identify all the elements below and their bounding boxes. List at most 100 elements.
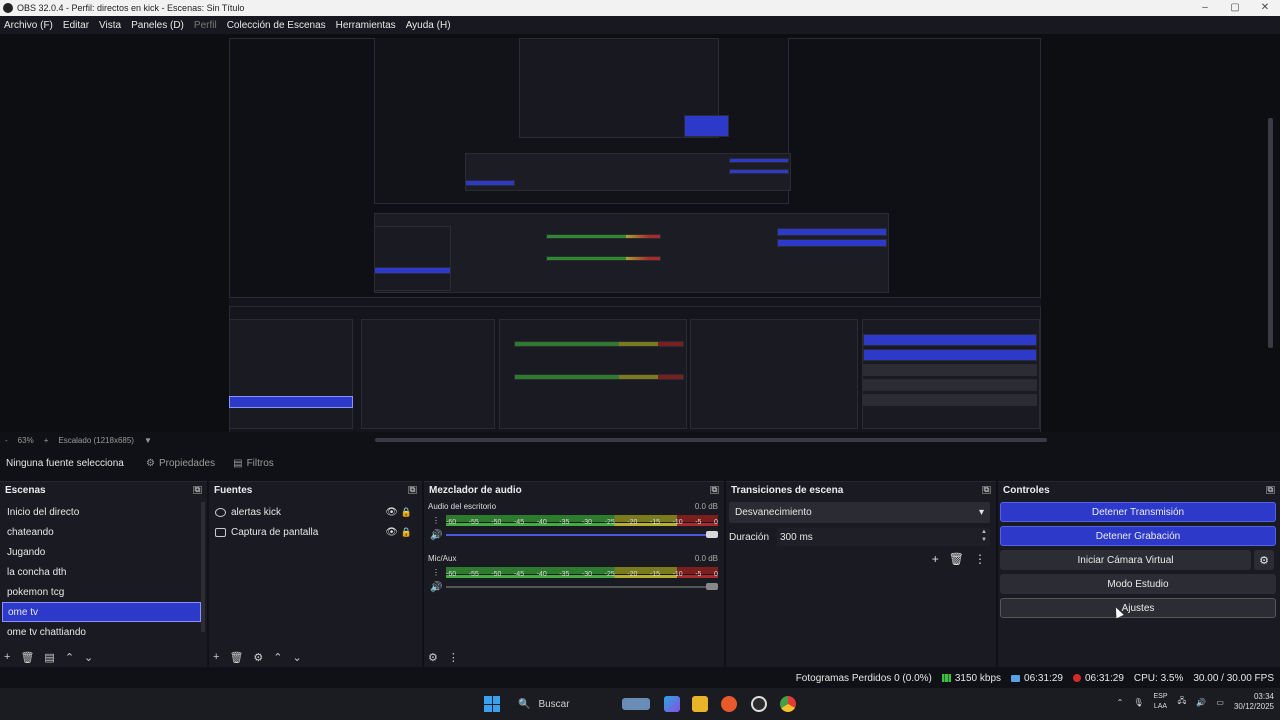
menu-herramientas[interactable]: Herramientas [336, 20, 396, 31]
signal-icon [941, 674, 951, 682]
scene-item[interactable]: la concha dth [2, 562, 201, 582]
channel-menu-icon[interactable]: ⋮ [432, 516, 440, 525]
stream-time-value: 06:31:29 [1024, 672, 1063, 684]
menu-coleccion-escenas[interactable]: Colección de Escenas [227, 20, 326, 31]
folder-icon[interactable] [692, 696, 708, 712]
preview-nested-ctl-2 [777, 239, 887, 247]
channel-menu-icon[interactable]: ⋮ [432, 568, 440, 577]
scale-dropdown-icon[interactable]: ▼ [144, 436, 152, 445]
scene-item[interactable]: pokemon tcg [2, 582, 201, 602]
zoom-out-button[interactable]: - [5, 436, 8, 445]
preview-horizontal-scrollbar[interactable] [375, 438, 1047, 442]
language-indicator[interactable]: ESP LAA [1153, 692, 1167, 712]
channel-name: Mic/Aux [428, 554, 457, 563]
network-icon[interactable]: 🖧 [1178, 695, 1187, 709]
filter-icon[interactable]: ▤ [44, 651, 54, 664]
add-icon[interactable]: + [213, 651, 219, 663]
duration-field[interactable]: 300 ms ▲ ▼ [777, 528, 990, 546]
preview-nested-selected [465, 180, 515, 186]
scene-item[interactable]: Jugando [2, 542, 201, 562]
scene-item-selected[interactable]: ome tv [2, 602, 201, 622]
chevron-up-icon[interactable]: ⌃ [65, 651, 74, 664]
menu-ayuda[interactable]: Ayuda (H) [406, 20, 451, 31]
scenes-scrollbar[interactable] [201, 502, 205, 632]
virtual-cam-settings-button[interactable]: ⚙ [1254, 550, 1274, 570]
virtual-cam-button[interactable]: Iniciar Cámara Virtual [1000, 550, 1251, 570]
close-button[interactable]: ✕ [1250, 0, 1280, 16]
filters-button[interactable]: ▤ Filtros [233, 458, 274, 469]
eye-icon[interactable]: 👁 [385, 527, 398, 538]
speaker-icon[interactable]: 🔊 [430, 530, 442, 541]
add-icon[interactable]: + [932, 552, 939, 566]
source-item[interactable]: alertas kick 👁 🔒 [211, 502, 416, 522]
more-icon[interactable]: ⋮ [448, 651, 459, 664]
preview-nested-ctl-1 [777, 228, 887, 236]
undock-icon[interactable]: ⧉ [982, 486, 991, 494]
trash-icon[interactable]: 🗑 [229, 651, 243, 664]
settings-button[interactable]: Ajustes [1000, 598, 1276, 618]
source-item[interactable]: Captura de pantalla 👁 🔒 [211, 522, 416, 542]
stop-record-button[interactable]: Detener Grabación [1000, 526, 1276, 546]
tick: -30 [581, 519, 593, 526]
menu-paneles[interactable]: Paneles (D) [131, 20, 184, 31]
more-icon[interactable]: ⋮ [974, 552, 986, 566]
volume-slider[interactable] [446, 583, 718, 590]
menu-archivo[interactable]: Archivo (F) [4, 20, 53, 31]
studio-mode-button[interactable]: Modo Estudio [1000, 574, 1276, 594]
spinner-icon[interactable]: ▲ ▼ [981, 528, 987, 544]
source-label: alertas kick [231, 506, 282, 518]
battery-icon[interactable]: ▭ [1216, 698, 1224, 707]
record-time-value: 06:31:29 [1084, 672, 1124, 684]
menu-perfil[interactable]: Perfil [194, 20, 217, 31]
stop-stream-button[interactable]: Detener Transmisión [1000, 502, 1276, 522]
chevron-down-icon[interactable]: ⌄ [293, 651, 302, 664]
obs-icon[interactable] [751, 696, 767, 712]
preview-mirror-scenes [229, 319, 353, 429]
preview-mirror-meter-1 [514, 341, 684, 347]
scene-item[interactable]: chateando [2, 522, 201, 542]
lock-icon[interactable]: 🔒 [401, 527, 412, 538]
zoom-in-button[interactable]: + [44, 436, 49, 445]
settings-icon[interactable]: ⚙ [428, 651, 438, 664]
tick: -50 [491, 571, 502, 578]
sources-list: alertas kick 👁 🔒 Captura de pantalla 👁 🔒 [211, 502, 416, 542]
maximize-button[interactable]: ▢ [1220, 0, 1250, 16]
undock-icon[interactable]: ⧉ [1266, 486, 1275, 494]
undock-icon[interactable]: ⧉ [408, 486, 417, 494]
volume-knob[interactable] [706, 583, 718, 590]
volume-slider[interactable] [446, 531, 718, 538]
menu-editar[interactable]: Editar [63, 20, 89, 31]
clock[interactable]: 03:34 30/12/2025 [1234, 692, 1274, 712]
add-icon[interactable]: + [4, 651, 10, 663]
chevron-up-icon[interactable]: ⌃ [1117, 698, 1124, 707]
trash-icon[interactable]: 🗑 [949, 552, 964, 566]
lock-icon[interactable]: 🔒 [401, 507, 412, 518]
scene-item[interactable]: Inicio del directo [2, 502, 201, 522]
chrome-icon[interactable] [780, 696, 796, 712]
preview-canvas[interactable] [229, 38, 1041, 436]
volume-icon[interactable]: 🔊 [1196, 698, 1206, 707]
undock-icon[interactable]: ⧉ [193, 486, 202, 494]
trash-icon[interactable]: 🗑 [20, 651, 34, 664]
transition-select[interactable]: Desvanecimiento ▾ [729, 502, 990, 523]
eye-icon[interactable]: 👁 [385, 507, 398, 518]
undock-icon[interactable]: ⧉ [710, 486, 719, 494]
chevron-up-icon[interactable]: ⌃ [273, 651, 282, 664]
window-title: OBS 32.0.4 - Perfil: directos en kick - … [17, 3, 245, 13]
controls-title: Controles [1003, 484, 1050, 496]
copilot-icon[interactable] [664, 696, 680, 712]
scene-item[interactable]: ome tv chattiando [2, 622, 201, 642]
chevron-down-icon[interactable]: ⌄ [84, 651, 93, 664]
minimize-button[interactable]: – [1190, 0, 1220, 16]
properties-button[interactable]: ⚙ Propiedades [146, 458, 215, 469]
volume-knob[interactable] [706, 531, 718, 538]
mixer-header: Mezclador de audio ⧉ [424, 482, 724, 498]
gear-icon[interactable]: ⚙ [253, 651, 263, 664]
menu-vista[interactable]: Vista [99, 20, 121, 31]
speaker-icon[interactable]: 🔊 [430, 582, 442, 593]
microphone-icon[interactable]: 🎙 [1133, 698, 1143, 707]
widget-icon[interactable] [622, 698, 650, 710]
windows-start-icon[interactable] [484, 696, 500, 712]
firefox-icon[interactable] [721, 696, 737, 712]
preview-vertical-scrollbar[interactable] [1268, 118, 1273, 348]
